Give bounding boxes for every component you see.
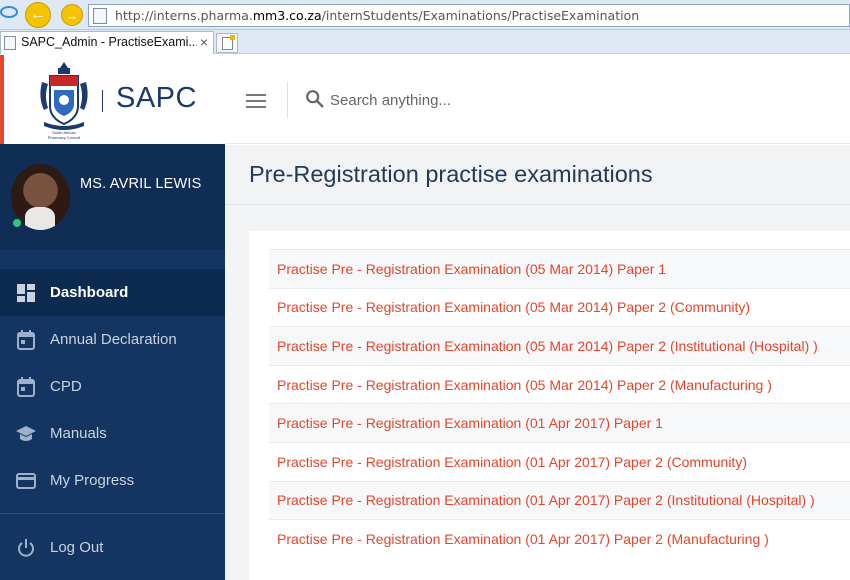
screen: ← → http://interns.pharma.mm3.co.za/inte… — [0, 0, 850, 580]
page-icon — [4, 36, 16, 50]
calendar-icon — [17, 330, 35, 350]
browser-address-bar: ← → http://interns.pharma.mm3.co.za/inte… — [0, 0, 850, 30]
exam-link[interactable]: Practise Pre - Registration Examination … — [277, 338, 818, 354]
exam-link[interactable]: Practise Pre - Registration Examination … — [277, 377, 772, 393]
online-status-icon — [11, 217, 23, 229]
exam-link[interactable]: Practise Pre - Registration Examination … — [277, 299, 750, 315]
sidebar-item-label: Annual Declaration — [50, 331, 177, 348]
list-item: Practise Pre - Registration Examination … — [269, 519, 850, 558]
search-icon[interactable] — [304, 88, 326, 110]
header-divider — [287, 82, 288, 118]
dashboard-icon — [17, 284, 35, 302]
new-tab-icon — [222, 35, 235, 50]
menu-toggle-icon[interactable] — [246, 94, 266, 108]
list-item: Practise Pre - Registration Examination … — [269, 287, 850, 327]
brand-name: SAPC — [116, 82, 197, 114]
sidebar-divider — [0, 513, 225, 514]
browser-logo-icon — [0, 6, 18, 18]
sidebar-item-cpd[interactable]: CPD — [0, 363, 225, 410]
sidebar-item-dashboard[interactable]: Dashboard — [0, 269, 225, 316]
user-profile: MS. AVRIL LEWIS — [0, 144, 225, 250]
browser-tab[interactable]: SAPC_Admin - PractiseExami... × — [0, 31, 214, 54]
page-title: Pre-Registration practise examinations — [249, 161, 653, 187]
sidebar-item-label: Log Out — [50, 539, 104, 556]
list-item: Practise Pre - Registration Examination … — [269, 403, 850, 442]
exam-link[interactable]: Practise Pre - Registration Examination … — [277, 492, 815, 508]
exam-link[interactable]: Practise Pre - Registration Examination … — [277, 415, 663, 431]
brand-separator — [102, 90, 103, 112]
list-item: Practise Pre - Registration Examination … — [269, 326, 850, 365]
list-item: Practise Pre - Registration Examination … — [269, 441, 850, 481]
calendar-icon — [17, 377, 35, 397]
new-tab-button[interactable] — [216, 33, 238, 53]
exam-link[interactable]: Practise Pre - Registration Examination … — [277, 454, 747, 470]
sapc-crest-logo: South African Pharmacy Council — [40, 62, 88, 140]
credit-card-icon — [16, 473, 36, 489]
exam-list: Practise Pre - Registration Examination … — [269, 249, 850, 558]
back-button[interactable]: ← — [25, 2, 51, 28]
sidebar-item-manuals[interactable]: Manuals — [0, 410, 225, 457]
url-text[interactable]: http://interns.pharma.mm3.co.za/internSt… — [115, 8, 639, 23]
sidebar-item-log-out[interactable]: Log Out — [0, 524, 225, 571]
page-title-bar: Pre-Registration practise examinations — [225, 145, 850, 205]
forward-button[interactable]: → — [61, 4, 83, 26]
sidebar-item-label: CPD — [50, 378, 82, 395]
sidebar-item-label: Dashboard — [50, 284, 129, 301]
sidebar: MS. AVRIL LEWIS Dashboard Annual Declara… — [0, 144, 225, 580]
close-icon[interactable]: × — [200, 34, 208, 50]
sidebar-item-my-progress[interactable]: My Progress — [0, 457, 225, 504]
crest-caption: Pharmacy Council — [48, 135, 81, 140]
brand[interactable]: South African Pharmacy Council SAPC — [0, 55, 225, 144]
list-item: Practise Pre - Registration Examination … — [269, 249, 850, 288]
school-icon — [16, 426, 36, 441]
app-header: South African Pharmacy Council SAPC — [0, 55, 850, 144]
exam-link[interactable]: Practise Pre - Registration Examination … — [277, 531, 769, 547]
url-field[interactable]: http://interns.pharma.mm3.co.za/internSt… — [88, 4, 850, 27]
exam-link[interactable]: Practise Pre - Registration Examination … — [277, 261, 666, 277]
list-item: Practise Pre - Registration Examination … — [269, 480, 850, 520]
sidebar-item-label: My Progress — [50, 472, 135, 489]
exam-card: Practise Pre - Registration Examination … — [249, 231, 850, 580]
page-icon — [93, 8, 107, 24]
sidebar-item-label: Manuals — [50, 425, 107, 442]
tab-title: SAPC_Admin - PractiseExami... — [21, 35, 197, 49]
main-content: Pre-Registration practise examinations P… — [225, 145, 850, 580]
sidebar-item-annual-declaration[interactable]: Annual Declaration — [0, 316, 225, 363]
list-item: Practise Pre - Registration Examination … — [269, 364, 850, 404]
search-input[interactable] — [330, 88, 730, 112]
power-icon — [18, 539, 34, 557]
user-name: MS. AVRIL LEWIS — [80, 176, 202, 192]
browser-tab-bar: SAPC_Admin - PractiseExami... × — [0, 30, 850, 54]
